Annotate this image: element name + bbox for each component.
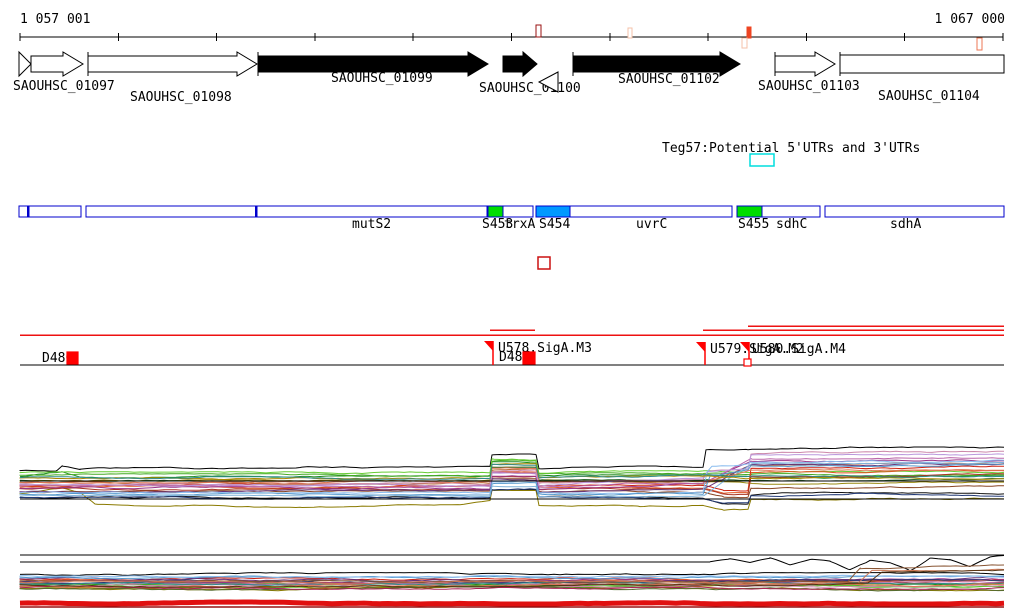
- gene-SAOUHSC_01104[interactable]: [840, 55, 1004, 73]
- lower-profile-plot: [20, 555, 1004, 607]
- gene-SAOUHSC_01097[interactable]: [31, 52, 83, 76]
- gene-label: SAOUHSC_01098: [130, 90, 232, 105]
- gene-label: SAOUHSC_01103: [758, 79, 860, 94]
- utr-feature-box[interactable]: [750, 154, 774, 166]
- ruler-end-coordinate: 1 067 000: [935, 12, 1005, 27]
- feature-box[interactable]: [762, 206, 820, 217]
- feature-box[interactable]: [825, 206, 1004, 217]
- profile-line: [710, 556, 1004, 571]
- feature-label: S455: [738, 217, 769, 232]
- gene-label: SAOUHSC_01097: [13, 79, 115, 94]
- feature-box[interactable]: [86, 206, 487, 217]
- feature-box[interactable]: [737, 206, 762, 217]
- gene-label: SAOUHSC_01102: [618, 72, 720, 87]
- utr-annotation-note: Teg57:Potential 5'UTRs and 3'UTRs: [662, 141, 920, 166]
- profile-line: [20, 573, 1004, 576]
- ruler-variant-mark: [742, 38, 747, 48]
- gene-SAOUHSC_01100[interactable]: [503, 52, 537, 76]
- selected-feature-marker: [538, 257, 550, 269]
- feature-label: sdhA: [890, 217, 921, 232]
- feature-box[interactable]: [503, 206, 533, 217]
- feature-label: mutS2: [352, 217, 391, 232]
- gene-head-right[interactable]: [19, 52, 31, 76]
- utr-note-label: Teg57:Potential 5'UTRs and 3'UTRs: [662, 141, 920, 156]
- site-label: U580.SigA.M4: [752, 342, 846, 357]
- gene-label: SAOUHSC_01104: [878, 89, 980, 104]
- feature-box[interactable]: [488, 206, 503, 217]
- coordinate-ruler: 1 057 001 1 067 000: [20, 12, 1005, 50]
- feature-label: S454: [539, 217, 570, 232]
- feature-label: uvrC: [636, 217, 667, 232]
- ruler-start-coordinate: 1 057 001: [20, 12, 90, 27]
- gene-SAOUHSC_01103[interactable]: [775, 52, 835, 76]
- gene-label: SAOUHSC_01100: [479, 81, 581, 96]
- feature-sub-box[interactable]: [536, 206, 570, 217]
- gene-label: SAOUHSC_01099: [331, 71, 433, 86]
- ruler-variant-mark: [977, 38, 982, 50]
- ruler-variant-mark: [628, 28, 632, 38]
- ruler-variant-mark: [747, 27, 751, 38]
- feature-divider: [255, 206, 258, 217]
- feature-divider: [27, 206, 30, 217]
- feature-label: trxA: [504, 217, 535, 232]
- site-square[interactable]: [744, 359, 751, 366]
- genome-browser-window: 1 057 001 1 067 000 SAOUHSC_01097SAOUHSC…: [0, 0, 1024, 611]
- site-square[interactable]: [67, 352, 78, 364]
- feature-track: mutS2S453trxAS454uvrCS455sdhCsdhA: [19, 206, 1004, 232]
- open-square-marker[interactable]: [538, 257, 550, 269]
- red-annotation-track: D486U578.SigA.M3D487U579.SigA.M2U580.Sig…: [20, 326, 1004, 366]
- tss-flag[interactable]: [484, 341, 493, 351]
- ruler-variant-mark: [536, 25, 541, 37]
- feature-label: sdhC: [776, 217, 807, 232]
- site-square[interactable]: [523, 352, 535, 364]
- tss-flag[interactable]: [696, 342, 705, 352]
- upper-profile-plot: [20, 447, 1004, 510]
- gene-arrow-track: SAOUHSC_01097 SAOUHSC_01098 SAOUHSC_01099 S…: [13, 52, 1004, 105]
- coverage-baseline-bar: [20, 602, 1004, 604]
- gene-SAOUHSC_01098[interactable]: [88, 52, 257, 76]
